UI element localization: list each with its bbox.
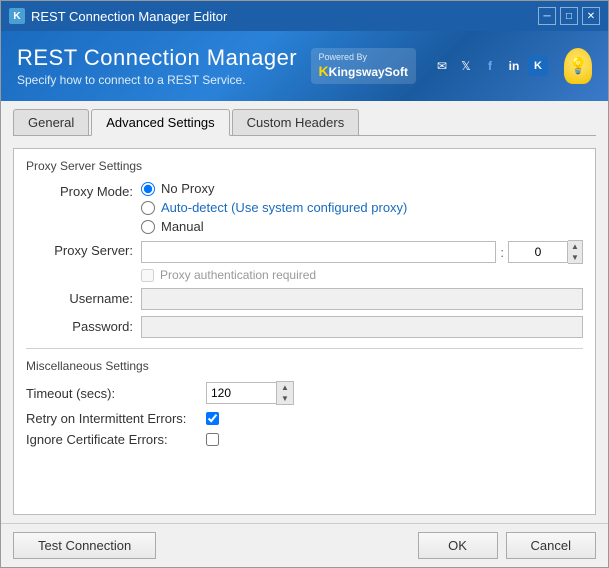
proxy-server-label: Proxy Server:: [26, 240, 141, 258]
proxy-server-input[interactable]: [141, 241, 496, 263]
username-group: Username:: [26, 288, 583, 310]
port-input-group: ▲ ▼: [508, 240, 583, 264]
auth-checkbox-group: Proxy authentication required: [141, 268, 583, 282]
tab-general[interactable]: General: [13, 109, 89, 135]
brand-box: Powered By KKingswaySoft: [311, 48, 416, 84]
password-control: [141, 316, 583, 338]
username-input[interactable]: [141, 288, 583, 310]
username-label: Username:: [26, 288, 141, 306]
header-left: REST Connection Manager Specify how to c…: [17, 45, 297, 87]
proxy-server-row: : ▲ ▼: [141, 240, 583, 264]
brand-name-rest: KingswaySoft: [329, 65, 408, 79]
minimize-button[interactable]: ─: [538, 7, 556, 25]
tab-custom-headers[interactable]: Custom Headers: [232, 109, 360, 135]
auth-required-checkbox[interactable]: [141, 269, 154, 282]
radio-manual-input[interactable]: [141, 220, 155, 234]
proxy-mode-group: Proxy Mode: No Proxy Auto-detect (Use sy…: [26, 181, 583, 234]
timeout-down-button[interactable]: ▼: [277, 393, 293, 404]
app-header: REST Connection Manager Specify how to c…: [1, 31, 608, 101]
timeout-row: Timeout (secs): ▲ ▼: [26, 381, 583, 405]
tab-advanced-settings[interactable]: Advanced Settings: [91, 109, 229, 136]
proxy-port-input[interactable]: [508, 241, 568, 263]
close-button[interactable]: ✕: [582, 7, 600, 25]
footer-right: OK Cancel: [418, 532, 596, 559]
ignore-cert-checkbox[interactable]: [206, 433, 219, 446]
main-content: General Advanced Settings Custom Headers…: [1, 101, 608, 523]
radio-group: No Proxy Auto-detect (Use system configu…: [141, 181, 583, 234]
linkedin-icon[interactable]: in: [504, 56, 524, 76]
retry-label: Retry on Intermittent Errors:: [26, 411, 206, 426]
proxy-server-controls: : ▲ ▼ Proxy authentication required: [141, 240, 583, 282]
auth-required-label: Proxy authentication required: [160, 268, 316, 282]
timeout-spinner: ▲ ▼: [206, 381, 294, 405]
title-bar: K REST Connection Manager Editor ─ □ ✕: [1, 1, 608, 31]
password-label: Password:: [26, 316, 141, 334]
password-input[interactable]: [141, 316, 583, 338]
title-bar-controls: ─ □ ✕: [538, 7, 600, 25]
timeout-label: Timeout (secs):: [26, 386, 206, 401]
bulb-icon: 💡: [564, 48, 592, 84]
proxy-section-title: Proxy Server Settings: [26, 159, 583, 173]
footer-left: Test Connection: [13, 532, 156, 559]
port-down-button[interactable]: ▼: [568, 252, 582, 263]
tab-panel: Proxy Server Settings Proxy Mode: No Pro…: [13, 148, 596, 515]
ignore-cert-label: Ignore Certificate Errors:: [26, 432, 206, 447]
k-icon[interactable]: K: [528, 56, 548, 76]
footer: Test Connection OK Cancel: [1, 523, 608, 567]
radio-manual[interactable]: Manual: [141, 219, 583, 234]
twitter-icon[interactable]: 𝕏: [456, 56, 476, 76]
misc-section-title: Miscellaneous Settings: [26, 359, 583, 373]
ok-button[interactable]: OK: [418, 532, 498, 559]
proxy-server-group: Proxy Server: : ▲ ▼: [26, 240, 583, 282]
ignore-cert-row: Ignore Certificate Errors:: [26, 432, 583, 447]
cancel-button[interactable]: Cancel: [506, 532, 596, 559]
radio-no-proxy-label: No Proxy: [161, 181, 214, 196]
app-icon: K: [9, 8, 25, 24]
window-title: REST Connection Manager Editor: [31, 9, 227, 24]
radio-no-proxy[interactable]: No Proxy: [141, 181, 583, 196]
radio-no-proxy-input[interactable]: [141, 182, 155, 196]
section-separator: [26, 348, 583, 349]
radio-manual-label: Manual: [161, 219, 204, 234]
password-group: Password:: [26, 316, 583, 338]
radio-auto-detect-label: Auto-detect (Use system configured proxy…: [161, 200, 407, 215]
misc-section: Miscellaneous Settings Timeout (secs): ▲…: [26, 359, 583, 447]
timeout-up-button[interactable]: ▲: [277, 382, 293, 393]
brand-text: Powered By KKingswaySoft: [319, 52, 408, 80]
app-title: REST Connection Manager: [17, 45, 297, 71]
username-control: [141, 288, 583, 310]
maximize-button[interactable]: □: [560, 7, 578, 25]
colon-separator: :: [500, 245, 504, 260]
timeout-input[interactable]: [206, 382, 276, 404]
facebook-icon[interactable]: f: [480, 56, 500, 76]
test-connection-button[interactable]: Test Connection: [13, 532, 156, 559]
email-icon[interactable]: ✉: [432, 56, 452, 76]
retry-checkbox[interactable]: [206, 412, 219, 425]
brand-name: K: [319, 63, 329, 79]
port-spinner: ▲ ▼: [568, 240, 583, 264]
powered-by-text: Powered By: [319, 52, 408, 63]
port-up-button[interactable]: ▲: [568, 241, 582, 252]
radio-auto-detect[interactable]: Auto-detect (Use system configured proxy…: [141, 200, 583, 215]
radio-auto-detect-input[interactable]: [141, 201, 155, 215]
proxy-mode-options: No Proxy Auto-detect (Use system configu…: [141, 181, 583, 234]
social-icons: ✉ 𝕏 f in K: [424, 52, 556, 80]
title-bar-left: K REST Connection Manager Editor: [9, 8, 227, 24]
main-window: K REST Connection Manager Editor ─ □ ✕ R…: [0, 0, 609, 568]
app-subtitle: Specify how to connect to a REST Service…: [17, 73, 297, 87]
header-right: Powered By KKingswaySoft ✉ 𝕏 f in K 💡: [311, 48, 592, 84]
proxy-mode-label: Proxy Mode:: [26, 181, 141, 199]
tab-bar: General Advanced Settings Custom Headers: [13, 109, 596, 136]
timeout-spinner-btns: ▲ ▼: [276, 381, 294, 405]
retry-row: Retry on Intermittent Errors:: [26, 411, 583, 426]
